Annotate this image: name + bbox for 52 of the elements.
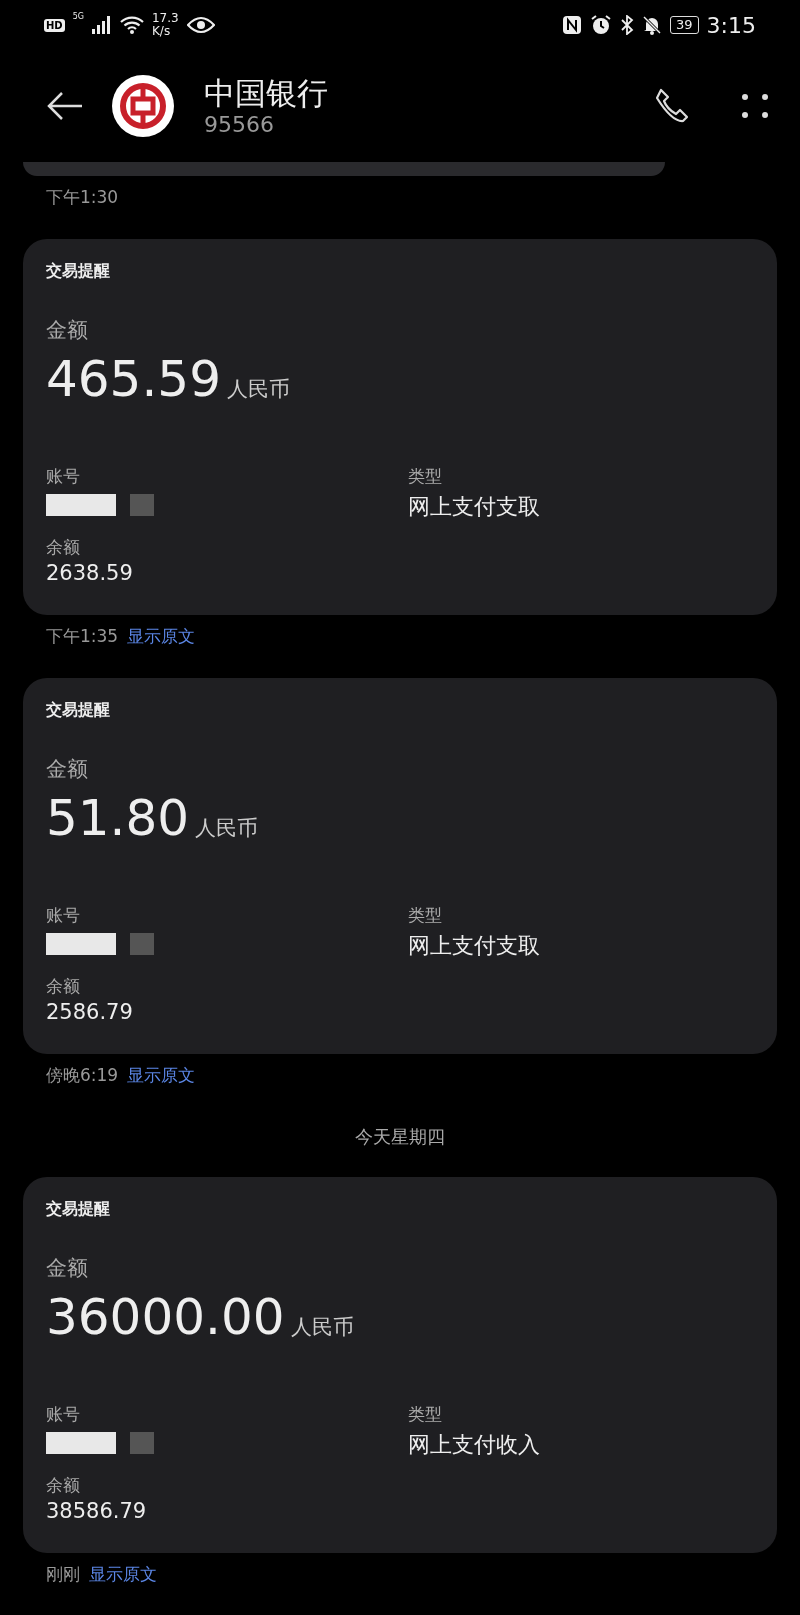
show-original-link[interactable]: 显示原文: [89, 1563, 157, 1586]
amount-value: 51.80: [46, 791, 190, 846]
signal-icon: [91, 16, 112, 34]
field-value: 2638.59: [46, 561, 134, 585]
muted-bell-icon: [642, 15, 663, 35]
amount-value: 465.59: [46, 352, 221, 407]
field-value: 网上支付支取: [408, 932, 541, 960]
field-label: 余额: [46, 1474, 81, 1497]
card-title: 交易提醒: [46, 261, 111, 282]
currency-label: 人民币: [226, 376, 290, 403]
show-original-link[interactable]: 显示原文: [127, 1064, 196, 1087]
field-label: 类型: [408, 1403, 443, 1426]
currency-label: 人民币: [195, 815, 259, 842]
nfc-icon: [562, 15, 583, 35]
hd-indicator: HD: [44, 18, 65, 32]
field-label: 余额: [46, 536, 81, 559]
clock: 3:15: [706, 12, 756, 38]
field-label: 类型: [408, 465, 443, 488]
message-time: 傍晚6:19: [46, 1064, 119, 1087]
field-value: 网上支付支取: [408, 493, 541, 521]
amount-value: 36000.00: [46, 1290, 285, 1345]
field-value: 38586.79: [46, 1499, 148, 1523]
card-title: 交易提醒: [46, 700, 111, 721]
network-type: 5G: [72, 12, 84, 21]
card-title: 交易提醒: [46, 1199, 111, 1220]
bluetooth-icon: [620, 15, 635, 35]
currency-label: 人民币: [290, 1314, 354, 1341]
alarm-icon: [590, 14, 613, 36]
field-label: 金额: [46, 756, 89, 783]
date-divider: 今天星期四: [354, 1125, 446, 1149]
field-label: 金额: [46, 1255, 89, 1282]
field-label: 金额: [46, 317, 89, 344]
contact-name: 中国银行: [204, 74, 329, 113]
field-value: 网上支付收入: [408, 1431, 541, 1459]
back-icon[interactable]: [46, 91, 84, 121]
field-label: 账号: [46, 465, 81, 488]
field-label: 账号: [46, 1403, 81, 1426]
field-label: 类型: [408, 904, 443, 927]
bank-logo-icon: [112, 75, 174, 137]
field-label: 余额: [46, 975, 81, 998]
network-speed: 17.3 K/s: [151, 11, 179, 39]
field-value: 2586.79: [46, 1000, 134, 1024]
contact-number: 95566: [204, 112, 275, 138]
show-original-link[interactable]: 显示原文: [127, 625, 196, 648]
message-time: 下午1:30: [46, 186, 119, 209]
field-label: 账号: [46, 904, 81, 927]
wifi-icon: [119, 16, 144, 34]
battery-indicator: 39: [670, 16, 699, 34]
eye-icon: [186, 16, 215, 34]
message-time: 刚刚: [46, 1563, 80, 1586]
message-time: 下午1:35: [46, 625, 119, 648]
more-icon[interactable]: [740, 91, 770, 121]
